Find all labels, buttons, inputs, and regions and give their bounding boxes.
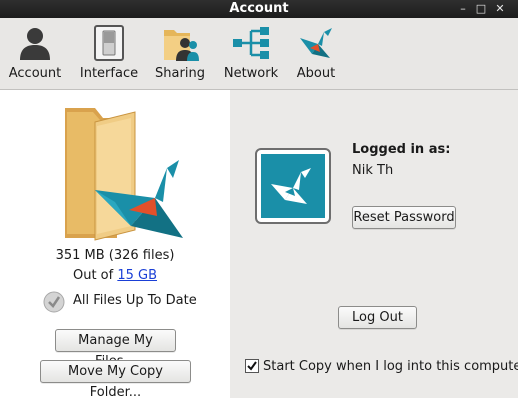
log-out-button[interactable]: Log Out [338,306,417,329]
tab-sharing-label: Sharing [155,66,205,81]
copy-bird-logo-icon [300,28,332,58]
maximize-button[interactable]: □ [474,2,488,16]
storage-panel: 351 MB (326 files) Out of 15 GB All File… [0,90,230,398]
title-bar: Account [0,0,518,18]
tab-about[interactable]: About [292,18,340,90]
tab-network[interactable]: Network [220,18,282,90]
switch-icon [94,25,124,61]
shared-folder-icon [164,30,199,61]
manage-files-button[interactable]: Manage My Files... [55,329,176,369]
person-icon [20,28,50,60]
start-on-login-checkbox[interactable] [245,359,259,373]
logged-in-label: Logged in as: [352,142,451,157]
avatar [255,148,331,224]
preferences-toolbar: Account Interface Sharing Network About [0,18,518,90]
tab-sharing[interactable]: Sharing [152,18,208,90]
move-copy-folder-button[interactable]: Move My Copy Folder... [40,360,191,398]
minimize-button[interactable]: – [456,2,470,16]
storage-usage: 351 MB (326 files) [55,248,175,263]
tab-account[interactable]: Account [4,18,66,90]
copy-bird-avatar-icon [271,168,311,204]
tab-about-label: About [296,66,336,81]
network-icon [233,27,269,59]
copy-folder-icon [65,108,183,241]
storage-quota-line: Out of 15 GB [0,268,230,283]
tab-interface-label: Interface [79,66,139,81]
tab-network-label: Network [223,66,279,81]
checkmark-icon [247,361,257,371]
start-on-login-label[interactable]: Start Copy when I log into this computer [263,359,518,374]
reset-password-button[interactable]: Reset Password [352,206,456,229]
tab-account-label: Account [8,66,62,81]
close-button[interactable]: ✕ [493,2,507,16]
window-title: Account [229,1,289,16]
avatar-image [261,154,325,218]
tab-interface[interactable]: Interface [76,18,142,90]
user-name: Nik Th [352,163,394,178]
account-panel: Logged in as: Nik Th Reset Password Log … [230,90,518,398]
storage-quota-link[interactable]: 15 GB [117,268,157,283]
sync-status-text: All Files Up To Date [73,293,197,308]
storage-quota-prefix: Out of [72,268,118,283]
sync-status-check-icon [43,291,65,313]
